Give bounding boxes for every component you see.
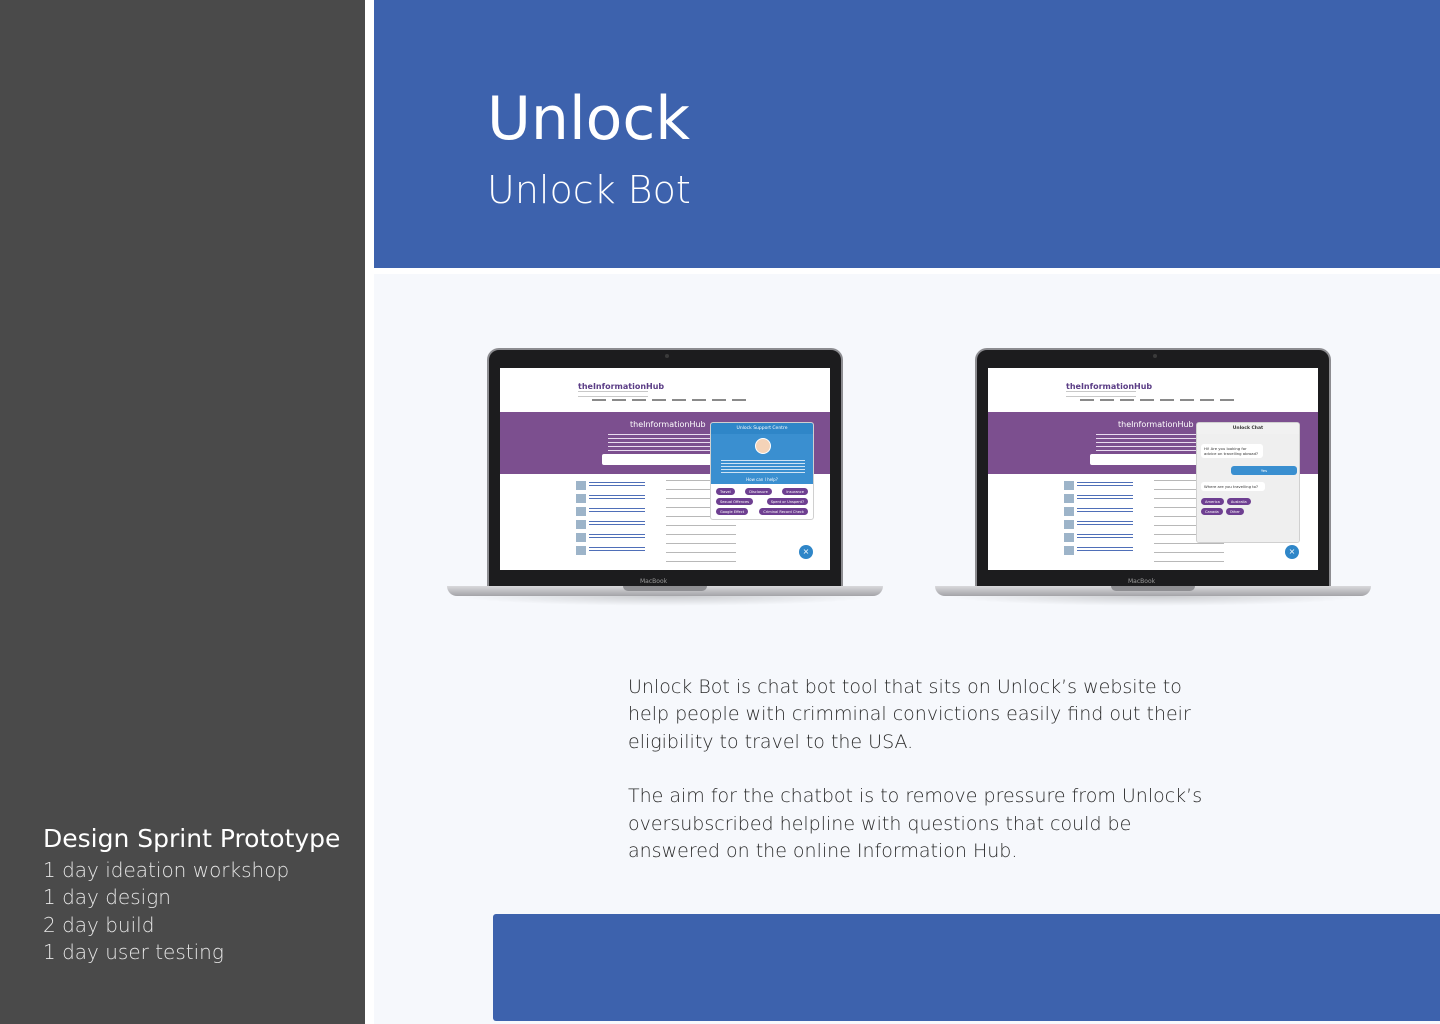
laptop-notch bbox=[1111, 586, 1195, 591]
latest-updates bbox=[1064, 480, 1144, 570]
content-area: theInformationHub theInformationHub Unlo… bbox=[374, 274, 1440, 1024]
chat-bot-message: Where are you travelling to? bbox=[1201, 482, 1265, 491]
sprint-item: 1 day design bbox=[43, 885, 171, 910]
site-search bbox=[602, 454, 722, 465]
laptop-brand: MacBook bbox=[1128, 578, 1156, 585]
avatar bbox=[755, 438, 771, 454]
close-icon[interactable]: × bbox=[799, 545, 813, 559]
list-item bbox=[576, 480, 656, 493]
laptop-screen: theInformationHub theInformationHub Unlo… bbox=[988, 368, 1318, 570]
site-tagline bbox=[1066, 391, 1136, 397]
chat-bot-message: Hi! Are you looking for advice on travel… bbox=[1201, 444, 1263, 458]
sprint-item: 2 day build bbox=[43, 912, 155, 937]
hero-title: theInformationHub bbox=[630, 420, 706, 429]
laptop-notch bbox=[623, 586, 707, 591]
widget-intro bbox=[721, 460, 805, 474]
site-nav bbox=[1080, 399, 1240, 401]
site-header: theInformationHub bbox=[500, 368, 830, 412]
site-logo: theInformationHub bbox=[578, 382, 665, 391]
chip-insurance[interactable]: Insurance bbox=[782, 488, 808, 495]
list-item bbox=[576, 519, 656, 532]
chat-title: Unlock Chat bbox=[1197, 423, 1299, 434]
sprint-title: Design Sprint Prototype bbox=[43, 824, 341, 853]
list-item bbox=[576, 532, 656, 545]
sprint-list: 1 day ideation workshop 1 day design 2 d… bbox=[43, 857, 340, 967]
list-item bbox=[1064, 545, 1144, 558]
site-nav bbox=[592, 399, 752, 401]
laptop-brand: MacBook bbox=[640, 578, 668, 585]
laptop-mockup-right: theInformationHub theInformationHub Unlo… bbox=[935, 348, 1375, 608]
chip-australia[interactable]: Australia bbox=[1226, 498, 1251, 505]
list-item bbox=[1064, 506, 1144, 519]
description-paragraph: Unlock Bot is chat bot tool that sits on… bbox=[628, 676, 1191, 753]
site-search bbox=[1090, 454, 1210, 465]
list-item bbox=[576, 493, 656, 506]
chat-body: Hi! Are you looking for advice on travel… bbox=[1197, 434, 1299, 542]
chip-criminal-record-check[interactable]: Criminal Record Check bbox=[759, 508, 808, 515]
latest-updates bbox=[576, 480, 656, 570]
page-subtitle: Unlock Bot bbox=[487, 168, 691, 212]
topic-chips: Travel Disclosure Insurance Sexual Offen… bbox=[711, 484, 813, 519]
list-item bbox=[576, 506, 656, 519]
hero-title: theInformationHub bbox=[1118, 420, 1194, 429]
camera-icon bbox=[665, 354, 669, 358]
sprint-item: 1 day user testing bbox=[43, 940, 224, 965]
description-paragraph: The aim for the chatbot is to remove pre… bbox=[628, 785, 1203, 863]
chip-spent-unspent[interactable]: Spent or Unspent? bbox=[766, 498, 808, 505]
list-item bbox=[1064, 480, 1144, 493]
site-header: theInformationHub bbox=[988, 368, 1318, 412]
chip-disclosure[interactable]: Disclosure bbox=[745, 488, 772, 495]
chip-travel[interactable]: Travel bbox=[716, 488, 735, 495]
list-item bbox=[576, 545, 656, 558]
left-sidebar: Design Sprint Prototype 1 day ideation w… bbox=[0, 0, 365, 1024]
widget-question: How can I help? bbox=[746, 477, 778, 482]
list-item bbox=[1064, 532, 1144, 545]
support-widget: Unlock Support Centre How can I help? Tr… bbox=[710, 422, 814, 520]
hero-text bbox=[1096, 434, 1206, 452]
site-tagline bbox=[578, 391, 648, 397]
close-icon[interactable]: × bbox=[1285, 545, 1299, 559]
chip-america[interactable]: America bbox=[1201, 498, 1224, 505]
divider bbox=[365, 0, 374, 1024]
chat-user-message: Yes bbox=[1231, 466, 1297, 475]
hero-text bbox=[608, 434, 718, 452]
widget-title: Unlock Support Centre bbox=[711, 423, 813, 434]
destination-chips: America Australia Canada Other bbox=[1201, 498, 1261, 515]
laptop-screen: theInformationHub theInformationHub Unlo… bbox=[500, 368, 830, 570]
chip-canada[interactable]: Canada bbox=[1201, 508, 1223, 515]
sprint-summary: Design Sprint Prototype 1 day ideation w… bbox=[43, 822, 340, 967]
project-description: Unlock Bot is chat bot tool that sits on… bbox=[628, 674, 1208, 865]
page-title: Unlock bbox=[487, 84, 691, 154]
chip-google-effect[interactable]: Google Effect bbox=[716, 508, 749, 515]
chat-widget: Unlock Chat Hi! Are you looking for advi… bbox=[1196, 422, 1300, 543]
site-logo: theInformationHub bbox=[1066, 382, 1153, 391]
widget-body: How can I help? bbox=[711, 434, 813, 484]
list-item bbox=[1064, 519, 1144, 532]
chip-other[interactable]: Other bbox=[1225, 508, 1244, 515]
list-item bbox=[1064, 493, 1144, 506]
laptop-mockup-left: theInformationHub theInformationHub Unlo… bbox=[447, 348, 887, 608]
camera-icon bbox=[1153, 354, 1157, 358]
laptop-lid: theInformationHub theInformationHub Unlo… bbox=[487, 348, 843, 588]
sprint-item: 1 day ideation workshop bbox=[43, 858, 290, 882]
laptop-lid: theInformationHub theInformationHub Unlo… bbox=[975, 348, 1331, 588]
header-banner: Unlock Unlock Bot bbox=[374, 0, 1440, 268]
chip-sexual-offences[interactable]: Sexual Offences bbox=[716, 498, 754, 505]
bottom-banner bbox=[493, 914, 1440, 1021]
